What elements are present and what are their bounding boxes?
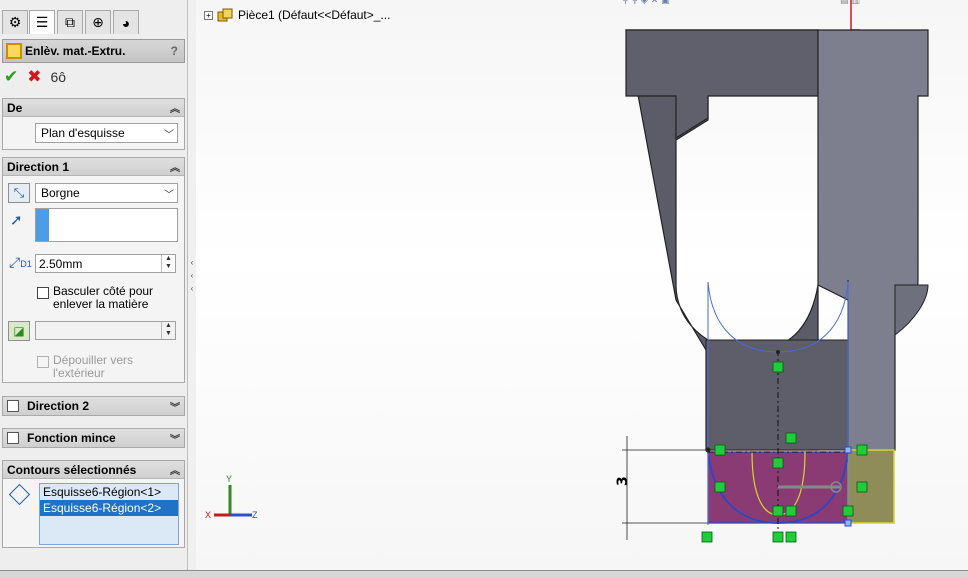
direction2-group-title: Direction 2 <box>27 399 90 413</box>
depth-value: 2.50mm <box>39 256 83 271</box>
thin-feature-group-title: Fonction mince <box>27 431 116 445</box>
collapse-chevron-icon[interactable]: ︽ <box>170 462 180 477</box>
depth-input[interactable]: 2.50mm ▲ ▼ <box>35 254 176 273</box>
direction1-group-header[interactable]: Direction 1 ︽ <box>3 158 184 176</box>
expand-chevron-icon[interactable]: ︾ <box>170 431 180 446</box>
direction-selection-box[interactable] <box>35 208 178 242</box>
manager-tab-bar: ⚙ ☰ ⧉ ⊕ ◕ <box>0 7 188 35</box>
start-condition-value: Plan d'esquisse <box>41 126 125 140</box>
sketch-point[interactable] <box>844 519 852 527</box>
part-stem[interactable] <box>705 339 849 451</box>
draft-outward-label: Dépouiller vers l'extérieur <box>53 353 134 380</box>
dimxpert-icon[interactable]: ⊕ <box>85 10 111 34</box>
triad-x-label: X <box>205 510 211 520</box>
configuration-manager-icon[interactable]: ⧉ <box>57 10 83 34</box>
checkbox-box[interactable] <box>37 287 49 299</box>
collapse-chevron-icon[interactable]: ︽ <box>170 159 180 174</box>
feature-manager-icon[interactable]: ⚙ <box>2 10 28 34</box>
thin-feature-checkbox[interactable] <box>7 432 19 444</box>
direction2-checkbox[interactable] <box>7 400 19 412</box>
graphics-area[interactable]: + Pièce1 (Défaut<<Défaut>_... ⚲ ⚲ ◈ ✕ ▣ … <box>196 0 968 577</box>
selected-contours-list[interactable]: Esquisse6-Région<1> Esquisse6-Région<2> <box>39 483 179 545</box>
flip-side-checkbox[interactable]: Basculer côté pour enlever la matière <box>37 285 177 311</box>
flip-side-label: Basculer côté pour enlever la matière <box>53 284 154 311</box>
selected-contours-group-header[interactable]: Contours sélectionnés ︽ <box>3 461 184 479</box>
direction2-group[interactable]: Direction 2 ︾ <box>2 396 185 416</box>
selection-color-swatch <box>36 209 49 241</box>
start-condition-select[interactable]: Plan d'esquisse ﹀ <box>35 123 178 143</box>
direction1-group: Direction 1 ︽ ⤡ Borgne ﹀ ➚ ⤢D1 2.50mm ▲ ▼… <box>2 157 185 383</box>
chevron-down-icon: ﹀ <box>164 189 174 201</box>
spin-arrows-icon[interactable]: ▲ ▼ <box>161 255 175 272</box>
selected-contours-group-title: Contours sélectionnés <box>7 462 137 477</box>
svg-text:▤ ▥: ▤ ▥ <box>840 0 860 6</box>
property-manager-panel: ⚙ ☰ ⧉ ⊕ ◕ Enlèv. mat.-Extru. ? ✔ ✖ 6ô De… <box>0 0 188 577</box>
svg-text:⚲ ⚲ ◈ ✕ ▣: ⚲ ⚲ ◈ ✕ ▣ <box>622 0 670 6</box>
ok-button[interactable]: ✔ <box>4 67 18 87</box>
view-triad: Y Z X <box>205 474 258 520</box>
sketch-point[interactable] <box>705 447 711 453</box>
depth-icon-label: D1 <box>20 259 32 269</box>
end-condition-select[interactable]: Borgne ﹀ <box>35 183 178 203</box>
help-icon[interactable]: ? <box>171 44 178 58</box>
draft-on-off-icon[interactable]: ◪ <box>8 321 30 341</box>
from-group-title: De <box>7 100 23 115</box>
collapse-chevron-icon[interactable]: ︽ <box>170 100 180 115</box>
draft-outward-checkbox: Dépouiller vers l'extérieur <box>37 354 177 380</box>
draft-angle-input: ▲ ▼ <box>35 321 176 340</box>
sketch-region-right[interactable] <box>847 449 895 524</box>
triad-y-label: Y <box>226 474 232 484</box>
sketch-point[interactable] <box>844 446 852 454</box>
contour-list-item[interactable]: Esquisse6-Région<2> <box>40 500 178 516</box>
panel-splitter-handle[interactable]: ‹ ‹ ‹ <box>188 256 196 296</box>
triad-z-label: Z <box>252 510 258 520</box>
heads-up-toolbar[interactable]: ⚲ ⚲ ◈ ✕ ▣ ▤ ▥ <box>622 0 860 6</box>
contour-list-item[interactable]: Esquisse6-Région<1> <box>40 484 178 500</box>
property-manager-icon[interactable]: ☰ <box>29 10 55 34</box>
display-manager-icon[interactable]: ◕ <box>113 10 139 34</box>
thin-feature-group[interactable]: Fonction mince ︾ <box>2 428 185 448</box>
cancel-button[interactable]: ✖ <box>27 67 41 87</box>
property-manager-title: Enlèv. mat.-Extru. ? <box>2 39 185 63</box>
model-viewport[interactable]: ⚲ ⚲ ◈ ✕ ▣ ▤ ▥ 3 Y Z X <box>196 0 968 577</box>
feature-title-label: Enlèv. mat.-Extru. <box>25 44 126 58</box>
sketch-point[interactable] <box>776 350 780 354</box>
extruded-cut-icon <box>6 43 22 59</box>
from-group-header[interactable]: De ︽ <box>3 99 184 117</box>
spin-arrows-icon: ▲ ▼ <box>161 322 175 339</box>
thin-feature-group-header[interactable]: Fonction mince ︾ <box>3 429 184 447</box>
depth-icon: ⤢D1 <box>9 254 32 270</box>
direction1-group-title: Direction 1 <box>7 159 70 174</box>
direction2-group-header[interactable]: Direction 2 ︾ <box>3 397 184 415</box>
contour-icon <box>8 483 31 506</box>
bottom-tab-strip[interactable] <box>0 570 968 577</box>
part-side-bevel[interactable] <box>894 284 929 337</box>
dimension-value[interactable]: 3 <box>615 476 631 486</box>
direction-vector-icon: ➚ <box>10 212 23 229</box>
chevron-down-icon: ﹀ <box>164 129 174 141</box>
reverse-direction-icon[interactable]: ⤡ <box>8 183 30 203</box>
action-buttons: ✔ ✖ 6ô <box>4 66 66 88</box>
dimension-3[interactable]: 3 <box>615 436 708 540</box>
end-condition-value: Borgne <box>41 186 80 200</box>
from-group: De ︽ Plan d'esquisse ﹀ <box>2 98 185 150</box>
expand-chevron-icon[interactable]: ︾ <box>170 399 180 414</box>
checkbox-box <box>37 356 49 368</box>
selected-contours-group: Contours sélectionnés ︽ Esquisse6-Région… <box>2 460 185 548</box>
detailed-preview-icon[interactable]: 6ô <box>51 69 67 85</box>
